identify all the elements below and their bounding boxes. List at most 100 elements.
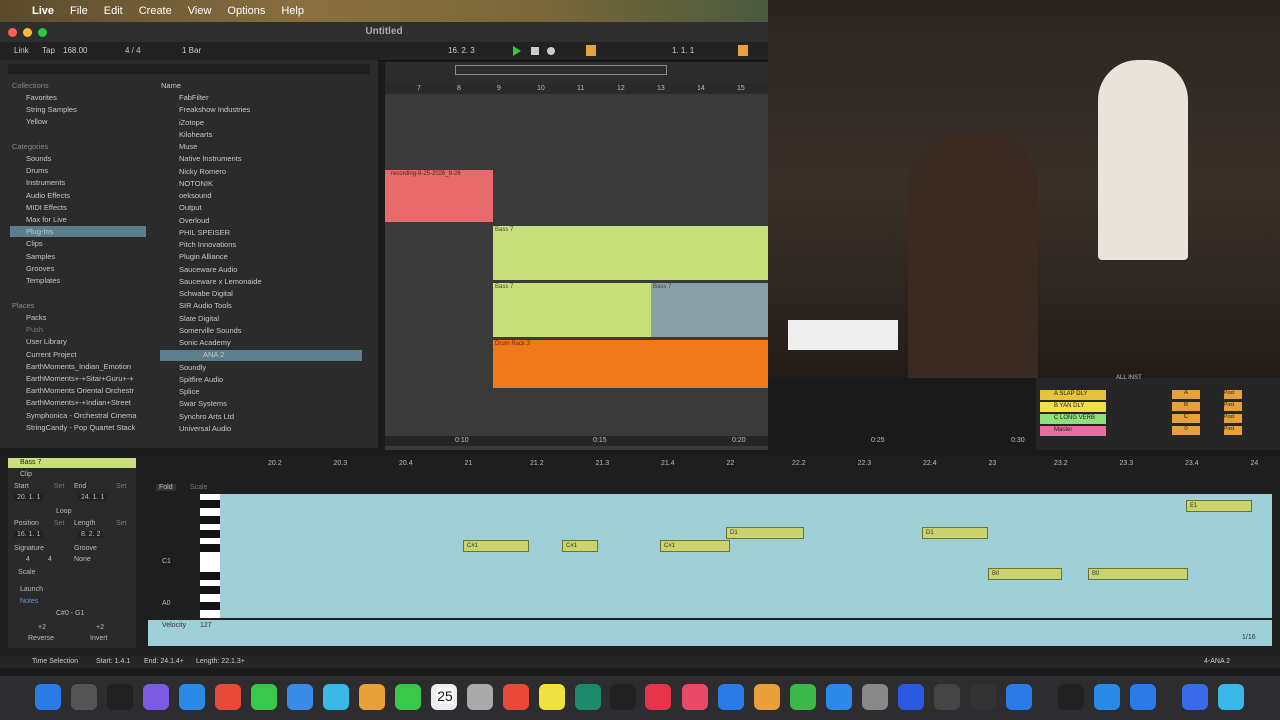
midi-note[interactable]: C#1 bbox=[463, 540, 529, 552]
launchpad-icon[interactable] bbox=[71, 684, 97, 710]
vst-icon[interactable] bbox=[1058, 684, 1084, 710]
automation-arm-button[interactable] bbox=[586, 45, 596, 56]
reverse-button[interactable]: Reverse bbox=[28, 635, 54, 642]
plugin-icon[interactable] bbox=[970, 684, 996, 710]
midi-note[interactable]: E1 bbox=[1186, 500, 1252, 512]
place-folder[interactable]: StringCandy - Pop Quartet Stack bbox=[26, 423, 135, 432]
news-icon[interactable] bbox=[682, 684, 708, 710]
collection-yellow[interactable]: Yellow bbox=[26, 117, 47, 126]
safari-icon[interactable] bbox=[179, 684, 205, 710]
place-push[interactable]: Push bbox=[26, 325, 43, 334]
appletv-icon[interactable] bbox=[610, 684, 636, 710]
end-field[interactable]: 24. 1. 1 bbox=[78, 494, 108, 501]
overview-viewport[interactable] bbox=[455, 65, 667, 75]
track-activator-button[interactable]: 0 bbox=[1172, 426, 1200, 435]
plugin-folder-item[interactable]: Nicky Romero bbox=[179, 167, 226, 176]
notes-section-header[interactable]: Notes bbox=[20, 598, 38, 605]
beat-ruler[interactable]: 7 8 9 10 11 12 13 14 15 bbox=[385, 84, 768, 94]
plugin-folder-item[interactable]: Swar Systems bbox=[179, 399, 227, 408]
photos-icon[interactable] bbox=[359, 684, 385, 710]
siri-icon[interactable] bbox=[143, 684, 169, 710]
velocity-lane[interactable]: Velocity 127 1/16 bbox=[148, 620, 1272, 646]
contacts-icon[interactable] bbox=[467, 684, 493, 710]
loop-start-field[interactable]: 1. 1. 1 bbox=[672, 46, 694, 55]
piano-black-key[interactable] bbox=[200, 530, 220, 538]
post-fader-toggle[interactable]: Post bbox=[1224, 402, 1242, 411]
place-user-library[interactable]: User Library bbox=[26, 337, 67, 346]
notes-icon[interactable] bbox=[539, 684, 565, 710]
tempo-field[interactable]: 168.00 bbox=[63, 46, 87, 55]
tap-button[interactable]: Tap bbox=[42, 46, 55, 55]
appstore-icon[interactable] bbox=[826, 684, 852, 710]
pages-icon[interactable] bbox=[754, 684, 780, 710]
selected-plugin-row[interactable] bbox=[160, 350, 362, 361]
stop-button[interactable] bbox=[531, 47, 539, 55]
piano-black-key[interactable] bbox=[200, 500, 220, 508]
editor-ruler[interactable]: 20.2 20.3 20.4 21 21.2 21.3 21.4 22 22.2 22.3 22.4… bbox=[220, 460, 1272, 470]
calendar-day[interactable]: 25 bbox=[436, 688, 454, 704]
menu-options[interactable]: Options bbox=[227, 5, 265, 17]
plugin-folder-item[interactable]: PHIL SPEISER bbox=[179, 228, 230, 237]
app-icon[interactable] bbox=[1182, 684, 1208, 710]
finder-icon[interactable] bbox=[35, 684, 61, 710]
return-track-header[interactable]: A SLAP DLY bbox=[1040, 390, 1106, 400]
return-track-header[interactable]: B YAN DLY bbox=[1040, 402, 1106, 412]
category-sounds[interactable]: Sounds bbox=[26, 154, 51, 163]
plugin-folder-item[interactable]: Spitfire Audio bbox=[179, 375, 223, 384]
plugin-folder-item[interactable]: Sauceware Audio bbox=[179, 265, 237, 274]
post-fader-toggle[interactable]: Post bbox=[1224, 426, 1242, 435]
track-activator-button[interactable]: C bbox=[1172, 414, 1200, 423]
category-plugins[interactable]: Plug-Ins bbox=[26, 227, 54, 236]
menu-view[interactable]: View bbox=[188, 5, 212, 17]
messages-icon[interactable] bbox=[251, 684, 277, 710]
place-folder[interactable]: EarthMoments+-+Indian+Street bbox=[26, 398, 131, 407]
link-button[interactable]: Link bbox=[14, 46, 29, 55]
maps-icon[interactable] bbox=[323, 684, 349, 710]
plugin-folder-item[interactable]: Kilohearts bbox=[179, 130, 212, 139]
plugin-folder-item[interactable]: Pitch Innovations bbox=[179, 240, 236, 249]
set-start-button[interactable]: Set bbox=[54, 483, 65, 490]
song-position-field[interactable]: 16. 2. 3 bbox=[448, 46, 475, 55]
place-packs[interactable]: Packs bbox=[26, 313, 46, 322]
plugin-folder-item[interactable]: Sonic Academy bbox=[179, 338, 231, 347]
return-track-header[interactable]: C LONG VERB bbox=[1040, 414, 1106, 424]
clip-title-bar[interactable]: Bass 7 bbox=[8, 458, 136, 468]
piano-black-key[interactable] bbox=[200, 544, 220, 552]
collection-favorites[interactable]: Favorites bbox=[26, 93, 57, 102]
plugin-folder-item[interactable]: Soundly bbox=[179, 363, 206, 372]
name-column-header[interactable]: Name bbox=[161, 81, 181, 90]
browser-search-input[interactable] bbox=[8, 64, 370, 74]
collection-string-samples[interactable]: String Samples bbox=[26, 105, 77, 114]
plugin-folder-item[interactable]: SIR Audio Tools bbox=[179, 301, 232, 310]
chrome-icon[interactable] bbox=[215, 684, 241, 710]
plugin-folder-item[interactable]: Schwabe Digital bbox=[179, 289, 233, 298]
menu-file[interactable]: File bbox=[70, 5, 88, 17]
time-ruler[interactable]: 0:10 0:15 0:20 0:25 0:30 bbox=[385, 436, 1025, 446]
keynote-icon[interactable] bbox=[718, 684, 744, 710]
reminders-icon[interactable] bbox=[503, 684, 529, 710]
transpose-down-button[interactable]: +2 bbox=[38, 624, 46, 631]
midi-note[interactable]: C#1 bbox=[562, 540, 598, 552]
loop-toggle[interactable]: Loop bbox=[56, 508, 72, 515]
transpose-up-button[interactable]: +2 bbox=[96, 624, 104, 631]
note-grid[interactable]: C#1 C#1 C#1 D1 D1 B0 B0 E1 bbox=[220, 494, 1272, 618]
drum-rack-clip[interactable]: Drum Rack 3 bbox=[493, 340, 768, 388]
plugin-folder-item[interactable]: Output bbox=[179, 203, 202, 212]
signature-denominator[interactable]: 4 bbox=[48, 556, 52, 563]
piano-black-key[interactable] bbox=[200, 572, 220, 580]
midi-note[interactable]: C#1 bbox=[660, 540, 730, 552]
plugin-folder-item[interactable]: Freakshow Industries bbox=[179, 105, 250, 114]
plugin-folder-item[interactable]: Muse bbox=[179, 142, 197, 151]
category-clips[interactable]: Clips bbox=[26, 239, 43, 248]
place-current-project[interactable]: Current Project bbox=[26, 350, 76, 359]
record-button[interactable] bbox=[547, 47, 555, 55]
bass-clip-selected[interactable]: Bass 7 bbox=[651, 283, 768, 337]
midi-note[interactable]: D1 bbox=[726, 527, 804, 539]
plugin-folder-item[interactable]: Synchro Arts Ltd bbox=[179, 412, 234, 421]
app-icon[interactable] bbox=[1130, 684, 1156, 710]
midi-note[interactable]: B0 bbox=[1088, 568, 1188, 580]
loop-toggle-button[interactable] bbox=[738, 45, 748, 56]
category-max-for-live[interactable]: Max for Live bbox=[26, 215, 67, 224]
category-samples[interactable]: Samples bbox=[26, 252, 55, 261]
track-activator-button[interactable]: B bbox=[1172, 402, 1200, 411]
